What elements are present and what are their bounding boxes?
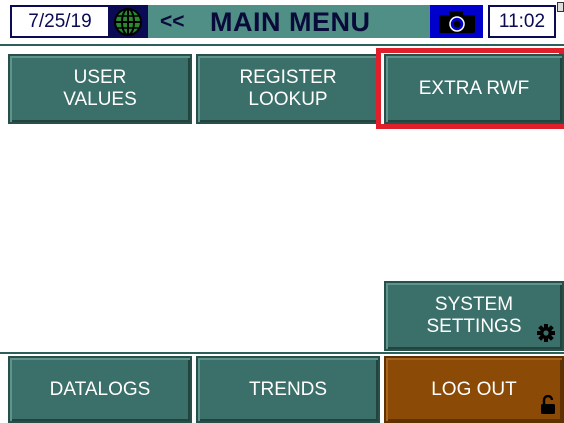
back-button[interactable]: << (160, 10, 185, 34)
header-divider (0, 44, 564, 46)
user-values-button[interactable]: USER VALUES (8, 54, 192, 124)
log-out-button[interactable]: LOG OUT (384, 356, 564, 423)
register-lookup-label: REGISTER LOOKUP (239, 67, 337, 110)
window-icon[interactable] (557, 2, 564, 12)
extra-rwf-button[interactable]: EXTRA RWF (384, 54, 564, 124)
system-settings-button[interactable]: SYSTEM SETTINGS (384, 281, 564, 351)
date-display: 7/25/19 (10, 5, 110, 38)
page-title: MAIN MENU (210, 7, 371, 37)
language-button[interactable] (108, 5, 148, 38)
camera-icon (438, 10, 475, 33)
title-bar: << MAIN MENU (148, 5, 430, 38)
trends-button[interactable]: TRENDS (196, 356, 380, 423)
gear-icon (537, 324, 555, 342)
time-text: 11:02 (498, 10, 546, 32)
system-settings-label: SYSTEM SETTINGS (426, 294, 522, 337)
extra-rwf-label: EXTRA RWF (418, 78, 530, 99)
screenshot-button[interactable] (430, 5, 483, 38)
trends-label: TRENDS (248, 378, 328, 400)
globe-icon (114, 7, 142, 36)
register-lookup-button[interactable]: REGISTER LOOKUP (196, 54, 380, 124)
user-values-label: USER VALUES (63, 67, 137, 110)
padlock-icon (541, 395, 555, 414)
date-text: 7/25/19 (28, 10, 92, 32)
time-display: 11:02 (488, 5, 556, 38)
log-out-label: LOG OUT (431, 378, 517, 400)
bottom-divider (0, 352, 564, 354)
datalogs-label: DATALOGS (49, 378, 151, 400)
datalogs-button[interactable]: DATALOGS (8, 356, 192, 423)
